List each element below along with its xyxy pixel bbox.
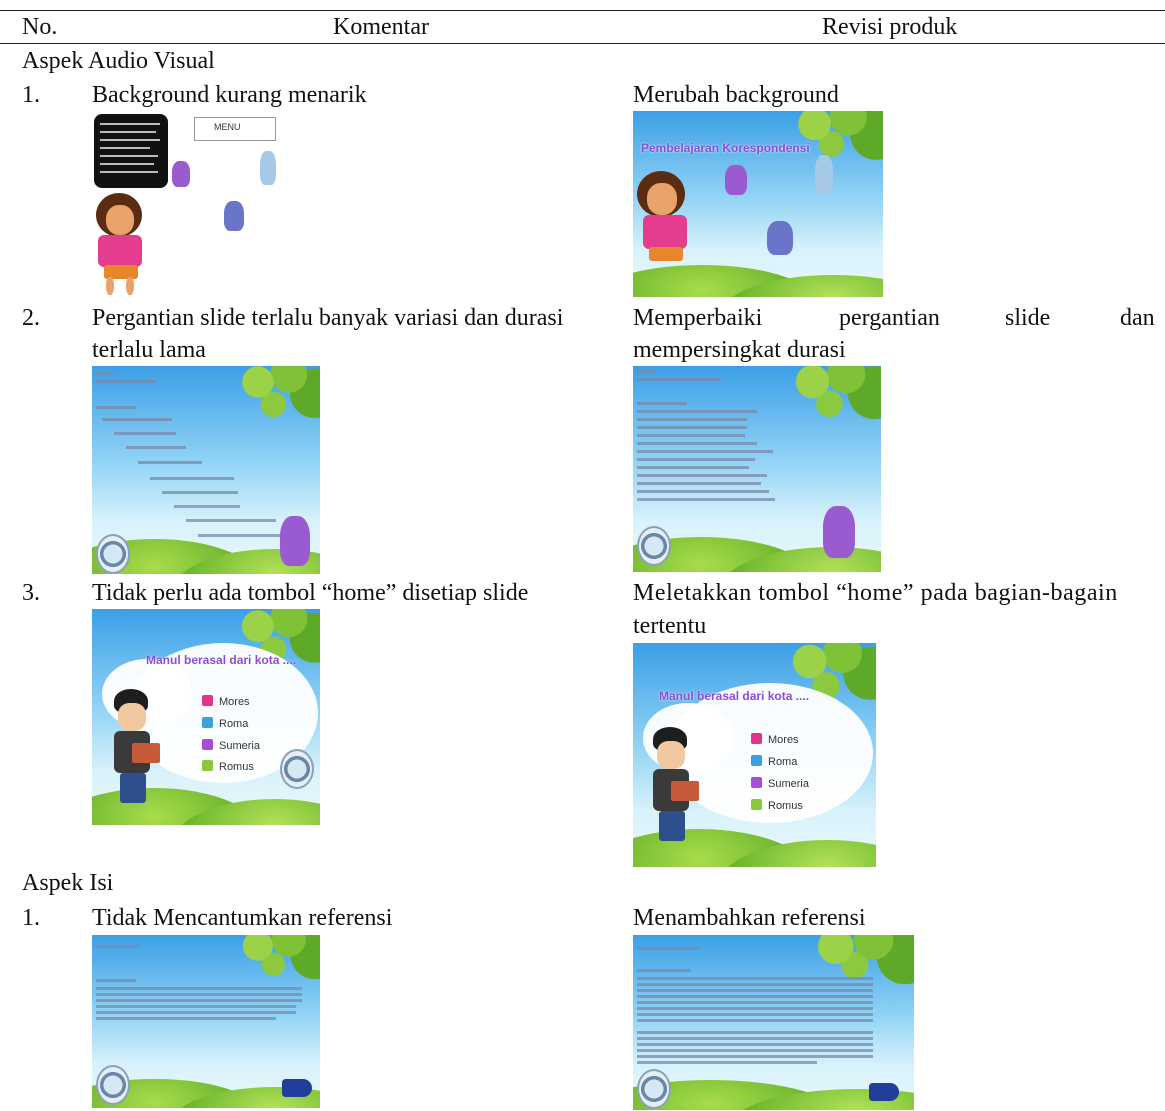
section-title-audio-visual: Aspek Audio Visual: [22, 48, 215, 74]
row-number: 1.: [22, 82, 40, 108]
quiz-option: Romus: [751, 799, 803, 812]
character-icon: [823, 506, 855, 558]
section-title-isi: Aspek Isi: [22, 870, 114, 896]
header-revisi: Revisi produk: [822, 14, 958, 40]
slide-title: Pembelajaran Korespondensi: [641, 141, 810, 155]
comment-text: Background kurang menarik: [92, 82, 367, 108]
revision-word: Memperbaiki: [633, 305, 763, 331]
revision-word: pergantian: [839, 305, 940, 331]
header-no: No.: [22, 14, 58, 40]
table-top-rule: [0, 10, 1165, 11]
emblem-icon: [96, 534, 130, 574]
emblem-icon: [96, 1065, 130, 1105]
slide-thumbnail-after-menu: Pembelajaran Korespondensi: [633, 111, 883, 297]
next-arrow-icon: [869, 1083, 899, 1101]
table-header-rule: [0, 43, 1165, 44]
character-icon: [725, 165, 747, 195]
emblem-icon: [637, 526, 671, 566]
quiz-option: Sumeria: [202, 739, 260, 752]
header-komentar: Komentar: [333, 14, 429, 40]
slide-thumbnail-before-quiz: Manul berasal dari kota .... Mores Roma …: [92, 609, 320, 825]
character-icon: [224, 201, 244, 231]
revision-word: slide: [1005, 305, 1051, 331]
quiz-question: Manul berasal dari kota ....: [146, 653, 297, 667]
revision-word: dan: [1120, 305, 1155, 331]
quiz-option: Romus: [202, 760, 254, 773]
comment-text: Tidak perlu ada tombol “home” disetiap s…: [92, 580, 529, 606]
quiz-option: Roma: [202, 717, 248, 730]
slide-thumbnail-after-reference: [633, 935, 914, 1110]
slide-thumbnail-before-list: [92, 366, 320, 574]
slide-thumbnail-after-quiz: Manul berasal dari kota .... Mores Roma …: [633, 643, 876, 867]
revision-text: Merubah background: [633, 82, 839, 108]
comment-text: Tidak Mencantumkan referensi: [92, 905, 393, 931]
slide-thumbnail-before-menu: MENU: [92, 111, 278, 295]
slide-thumbnail-before-reference: [92, 935, 320, 1108]
comment-text-line1: Pergantian slide terlalu banyak variasi …: [92, 305, 564, 331]
speech-bubble: [94, 114, 168, 188]
quiz-option: Mores: [751, 733, 799, 746]
quiz-option: Roma: [751, 755, 797, 768]
quiz-option: Mores: [202, 695, 250, 708]
revision-text-line2: tertentu: [633, 613, 707, 639]
character-icon: [815, 155, 833, 195]
character-icon: [280, 516, 310, 566]
revision-text-line2: mempersingkat durasi: [633, 337, 846, 363]
menu-label: MENU: [214, 122, 241, 132]
slide-thumbnail-after-list: [633, 366, 881, 572]
character-icon: [172, 161, 190, 187]
revision-text: Menambahkan referensi: [633, 905, 866, 931]
row-number: 1.: [22, 905, 40, 931]
row-number: 3.: [22, 580, 40, 606]
row-number: 2.: [22, 305, 40, 331]
comment-text-line2: terlalu lama: [92, 337, 206, 363]
character-icon: [767, 221, 793, 255]
home-button-icon: [280, 749, 314, 789]
character-icon: [260, 151, 276, 185]
quiz-option: Sumeria: [751, 777, 809, 790]
revision-text-line1: Meletakkan tombol “home” pada bagian-bag…: [633, 580, 1118, 606]
quiz-question: Manul berasal dari kota ....: [659, 689, 810, 703]
emblem-icon: [637, 1069, 671, 1109]
next-arrow-icon: [282, 1079, 312, 1097]
